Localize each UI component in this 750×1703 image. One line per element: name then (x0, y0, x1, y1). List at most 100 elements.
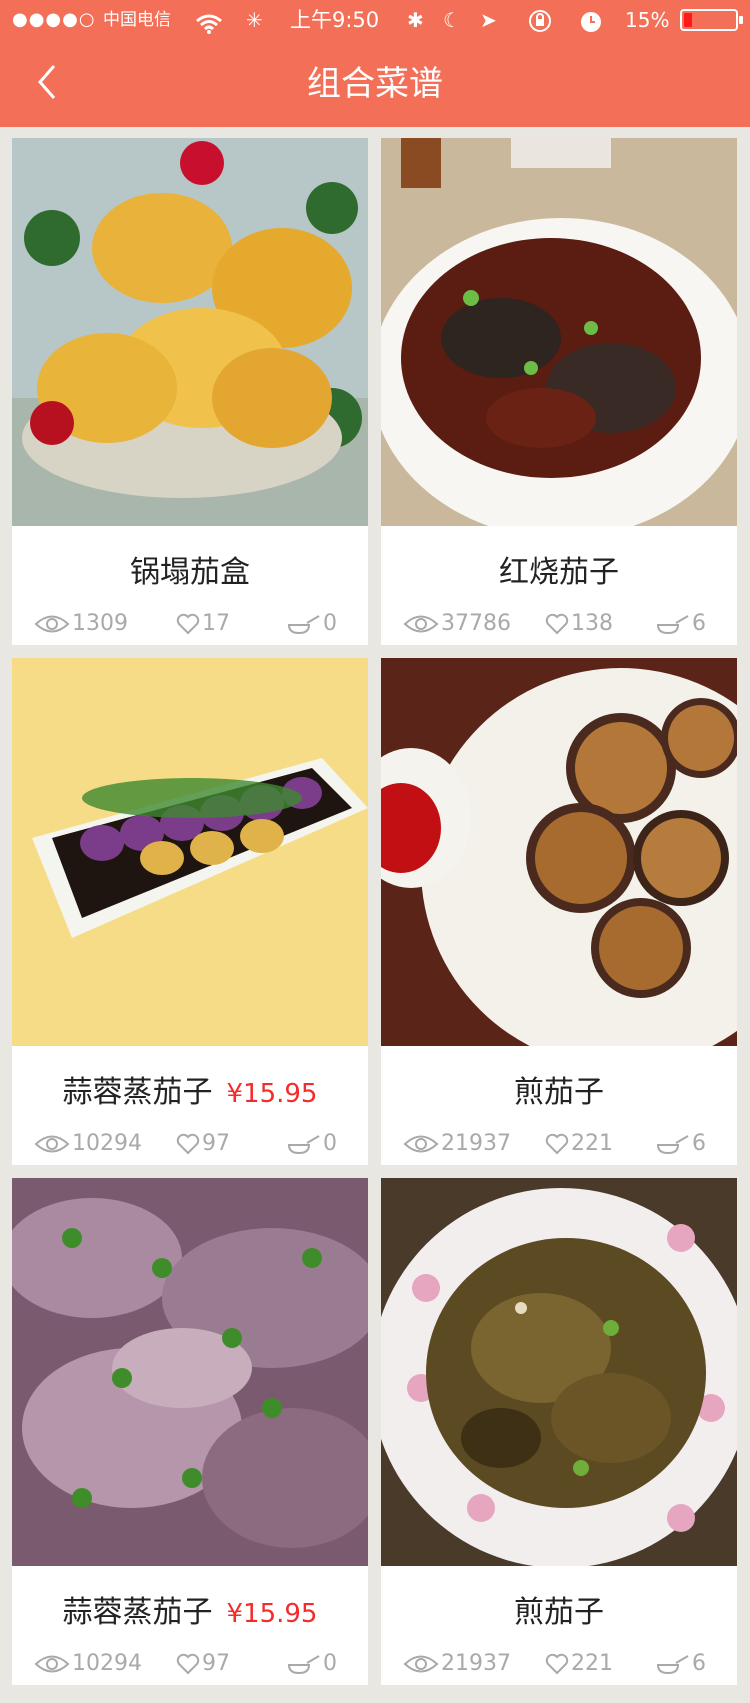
recipe-stats: 37786 138 6 (381, 608, 737, 640)
top-bar: ●●●●○ 中国电信 ✳ 上午9:50 ✱ ☾ ➤ 15% 组合菜谱 (0, 0, 750, 127)
views-stat: 37786 (403, 608, 511, 640)
recipe-name: 蒜蓉蒸茄子 (62, 1075, 213, 1110)
recipe-price: ¥15.95 (226, 1079, 318, 1109)
recipe-name: 锅塌茄盒 (130, 555, 250, 590)
recipe-photo[interactable] (12, 138, 368, 526)
views-stat: 21937 (403, 1128, 511, 1160)
recipe-name: 煎茄子 (514, 1075, 604, 1110)
cooked-count: 0 (323, 611, 337, 636)
likes-stat[interactable]: 138 (545, 608, 613, 640)
cooked-stat: 0 (287, 608, 337, 640)
recipe-card[interactable]: 煎茄子 21937 221 6 (381, 1178, 737, 1685)
page-title: 组合菜谱 (307, 64, 443, 104)
heart-icon (176, 613, 200, 635)
eye-icon (34, 1655, 70, 1673)
cooked-stat: 6 (656, 1648, 706, 1680)
views-stat: 21937 (403, 1648, 511, 1680)
likes-count: 97 (202, 1131, 230, 1156)
recipe-card[interactable]: 煎茄子 21937 221 6 (381, 658, 737, 1165)
heart-icon (545, 613, 569, 635)
recipe-card[interactable]: 蒜蓉蒸茄子 ¥15.95 10294 97 0 (12, 658, 368, 1165)
likes-count: 221 (571, 1131, 613, 1156)
recipe-card[interactable]: 锅塌茄盒 1309 17 0 (12, 138, 368, 645)
activity-icon: ✳ (246, 8, 263, 32)
eye-icon (403, 615, 439, 633)
recipe-name: 蒜蓉蒸茄子 (62, 1595, 213, 1630)
recipe-title-row: 煎茄子 (381, 1068, 737, 1118)
cooked-stat: 0 (287, 1128, 337, 1160)
views-count: 1309 (72, 611, 128, 636)
recipe-card[interactable]: 红烧茄子 37786 138 6 (381, 138, 737, 645)
likes-stat[interactable]: 97 (176, 1128, 230, 1160)
likes-stat[interactable]: 221 (545, 1128, 613, 1160)
recipe-price: ¥15.95 (226, 1599, 318, 1629)
bluetooth-icon: ✱ (407, 8, 424, 32)
pan-icon (656, 1135, 689, 1155)
recipe-photo[interactable] (381, 138, 737, 526)
battery-fill (684, 13, 692, 27)
cooked-count: 6 (692, 611, 706, 636)
cooked-count: 6 (692, 1651, 706, 1676)
likes-stat[interactable]: 17 (176, 608, 230, 640)
cooked-stat: 0 (287, 1648, 337, 1680)
views-count: 37786 (441, 611, 511, 636)
views-count: 10294 (72, 1651, 142, 1676)
cooked-count: 6 (692, 1131, 706, 1156)
recipe-photo[interactable] (381, 658, 737, 1046)
battery-percent: 15% (625, 8, 670, 32)
likes-count: 97 (202, 1651, 230, 1676)
status-time: 上午9:50 (290, 8, 380, 32)
moon-icon: ☾ (443, 8, 461, 32)
eye-icon (34, 615, 70, 633)
views-stat: 1309 (34, 608, 128, 640)
battery-icon (680, 9, 743, 31)
recipe-stats: 10294 97 0 (12, 1128, 368, 1160)
recipe-card[interactable]: 蒜蓉蒸茄子 ¥15.95 10294 97 0 (12, 1178, 368, 1685)
carrier-name: 中国电信 (103, 10, 171, 30)
pan-icon (287, 615, 320, 635)
views-stat: 10294 (34, 1648, 142, 1680)
recipe-title-row: 蒜蓉蒸茄子 ¥15.95 (12, 1588, 368, 1638)
likes-stat[interactable]: 221 (545, 1648, 613, 1680)
recipe-name: 煎茄子 (514, 1595, 604, 1630)
views-stat: 10294 (34, 1128, 142, 1160)
recipe-stats: 1309 17 0 (12, 608, 368, 640)
wifi-icon (195, 8, 223, 48)
recipe-title-row: 锅塌茄盒 (12, 548, 368, 598)
cooked-stat: 6 (656, 1128, 706, 1160)
recipe-photo[interactable] (12, 658, 368, 1046)
battery-cap (739, 16, 743, 24)
signal-strength: ●●●●○ (12, 9, 96, 30)
pan-icon (287, 1135, 320, 1155)
alarm-icon (578, 7, 604, 47)
cooked-count: 0 (323, 1651, 337, 1676)
pan-icon (656, 615, 689, 635)
recipe-photo[interactable] (12, 1178, 368, 1566)
recipe-stats: 21937 221 6 (381, 1128, 737, 1160)
recipe-name: 红烧茄子 (499, 555, 619, 590)
likes-count: 138 (571, 611, 613, 636)
cooked-count: 0 (323, 1131, 337, 1156)
recipe-title-row: 蒜蓉蒸茄子 ¥15.95 (12, 1068, 368, 1118)
likes-count: 17 (202, 611, 230, 636)
recipe-title-row: 煎茄子 (381, 1588, 737, 1638)
heart-icon (176, 1133, 200, 1155)
recipe-stats: 21937 221 6 (381, 1648, 737, 1680)
location-icon: ➤ (480, 8, 497, 32)
pan-icon (287, 1655, 320, 1675)
status-bar: ●●●●○ 中国电信 ✳ 上午9:50 ✱ ☾ ➤ 15% (0, 0, 750, 40)
views-count: 10294 (72, 1131, 142, 1156)
heart-icon (545, 1653, 569, 1675)
recipe-photo[interactable] (381, 1178, 737, 1566)
views-count: 21937 (441, 1131, 511, 1156)
recipe-stats: 10294 97 0 (12, 1648, 368, 1680)
likes-stat[interactable]: 97 (176, 1648, 230, 1680)
rotation-lock-icon (527, 7, 553, 47)
pan-icon (656, 1655, 689, 1675)
views-count: 21937 (441, 1651, 511, 1676)
eye-icon (403, 1135, 439, 1153)
eye-icon (403, 1655, 439, 1673)
cooked-stat: 6 (656, 608, 706, 640)
heart-icon (176, 1653, 200, 1675)
eye-icon (34, 1135, 70, 1153)
